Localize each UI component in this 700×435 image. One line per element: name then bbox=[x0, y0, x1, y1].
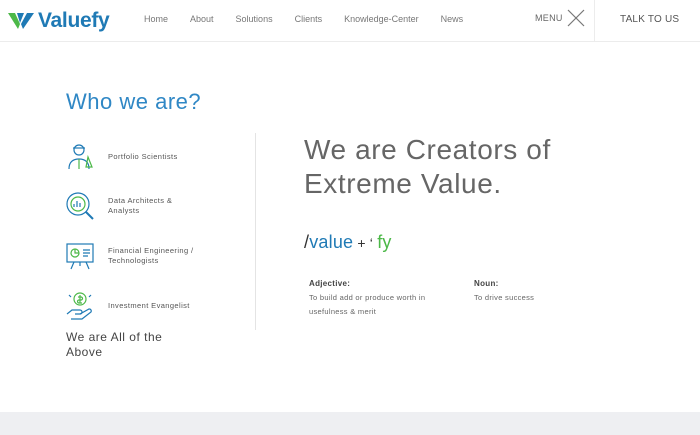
talk-to-us-button[interactable]: TALK TO US bbox=[620, 14, 679, 25]
role-investment-evangelist: Investment Evangelist bbox=[64, 290, 198, 322]
role-data-architects: Data Architects & Analysts bbox=[64, 190, 198, 222]
data-analysis-icon bbox=[64, 190, 96, 222]
nav-knowledge-center[interactable]: Knowledge-Center bbox=[344, 14, 419, 24]
definition-text: To drive success bbox=[474, 293, 535, 302]
site-header: Valuefy Home About Solutions Clients Kno… bbox=[0, 0, 700, 42]
section-title: Who we are? bbox=[66, 89, 202, 114]
presentation-board-icon bbox=[64, 240, 96, 272]
nav-solutions[interactable]: Solutions bbox=[236, 14, 273, 24]
value-text: value bbox=[309, 232, 354, 252]
menu-label: MENU bbox=[535, 13, 563, 23]
headline: We are Creators of Extreme Value. bbox=[304, 134, 551, 199]
nav-clients[interactable]: Clients bbox=[295, 14, 323, 24]
role-label: Data Architects & Analysts bbox=[108, 196, 173, 215]
definition-text: To build add or produce worth in usefuln… bbox=[309, 293, 426, 316]
header-divider bbox=[594, 0, 595, 42]
definition-pos: Adjective: bbox=[309, 279, 351, 288]
role-label: Financial Engineering / Technologists bbox=[108, 246, 194, 265]
definition-pos: Noun: bbox=[474, 279, 499, 288]
value-fy-wordplay: /value + ‘ fy bbox=[304, 232, 392, 253]
nav-news[interactable]: News bbox=[441, 14, 464, 24]
nav-about[interactable]: About bbox=[190, 14, 214, 24]
footer-strip bbox=[0, 412, 700, 435]
close-icon bbox=[567, 9, 585, 29]
scientist-icon bbox=[64, 141, 96, 173]
plus-text: + ‘ bbox=[353, 235, 378, 251]
definition-noun: Noun: To drive success bbox=[474, 277, 594, 305]
column-divider bbox=[255, 133, 256, 330]
valuefy-logo[interactable]: Valuefy bbox=[8, 8, 110, 34]
role-label: Investment Evangelist bbox=[108, 301, 190, 310]
definition-adjective: Adjective: To build add or produce worth… bbox=[309, 277, 429, 319]
main-nav: Home About Solutions Clients Knowledge-C… bbox=[144, 14, 485, 24]
nav-home[interactable]: Home bbox=[144, 14, 168, 24]
role-financial-engineering: Financial Engineering / Technologists bbox=[64, 240, 198, 272]
role-label: Portfolio Scientists bbox=[108, 152, 178, 161]
investment-hand-icon bbox=[64, 290, 96, 322]
role-portfolio-scientists: Portfolio Scientists bbox=[64, 141, 198, 173]
valuefy-logo-icon bbox=[8, 13, 34, 29]
fy-text: fy bbox=[377, 232, 392, 252]
logo-text: Valuefy bbox=[38, 9, 110, 32]
menu-button[interactable]: MENU bbox=[535, 9, 585, 27]
all-of-the-above-text: We are All of the Above bbox=[66, 330, 163, 359]
